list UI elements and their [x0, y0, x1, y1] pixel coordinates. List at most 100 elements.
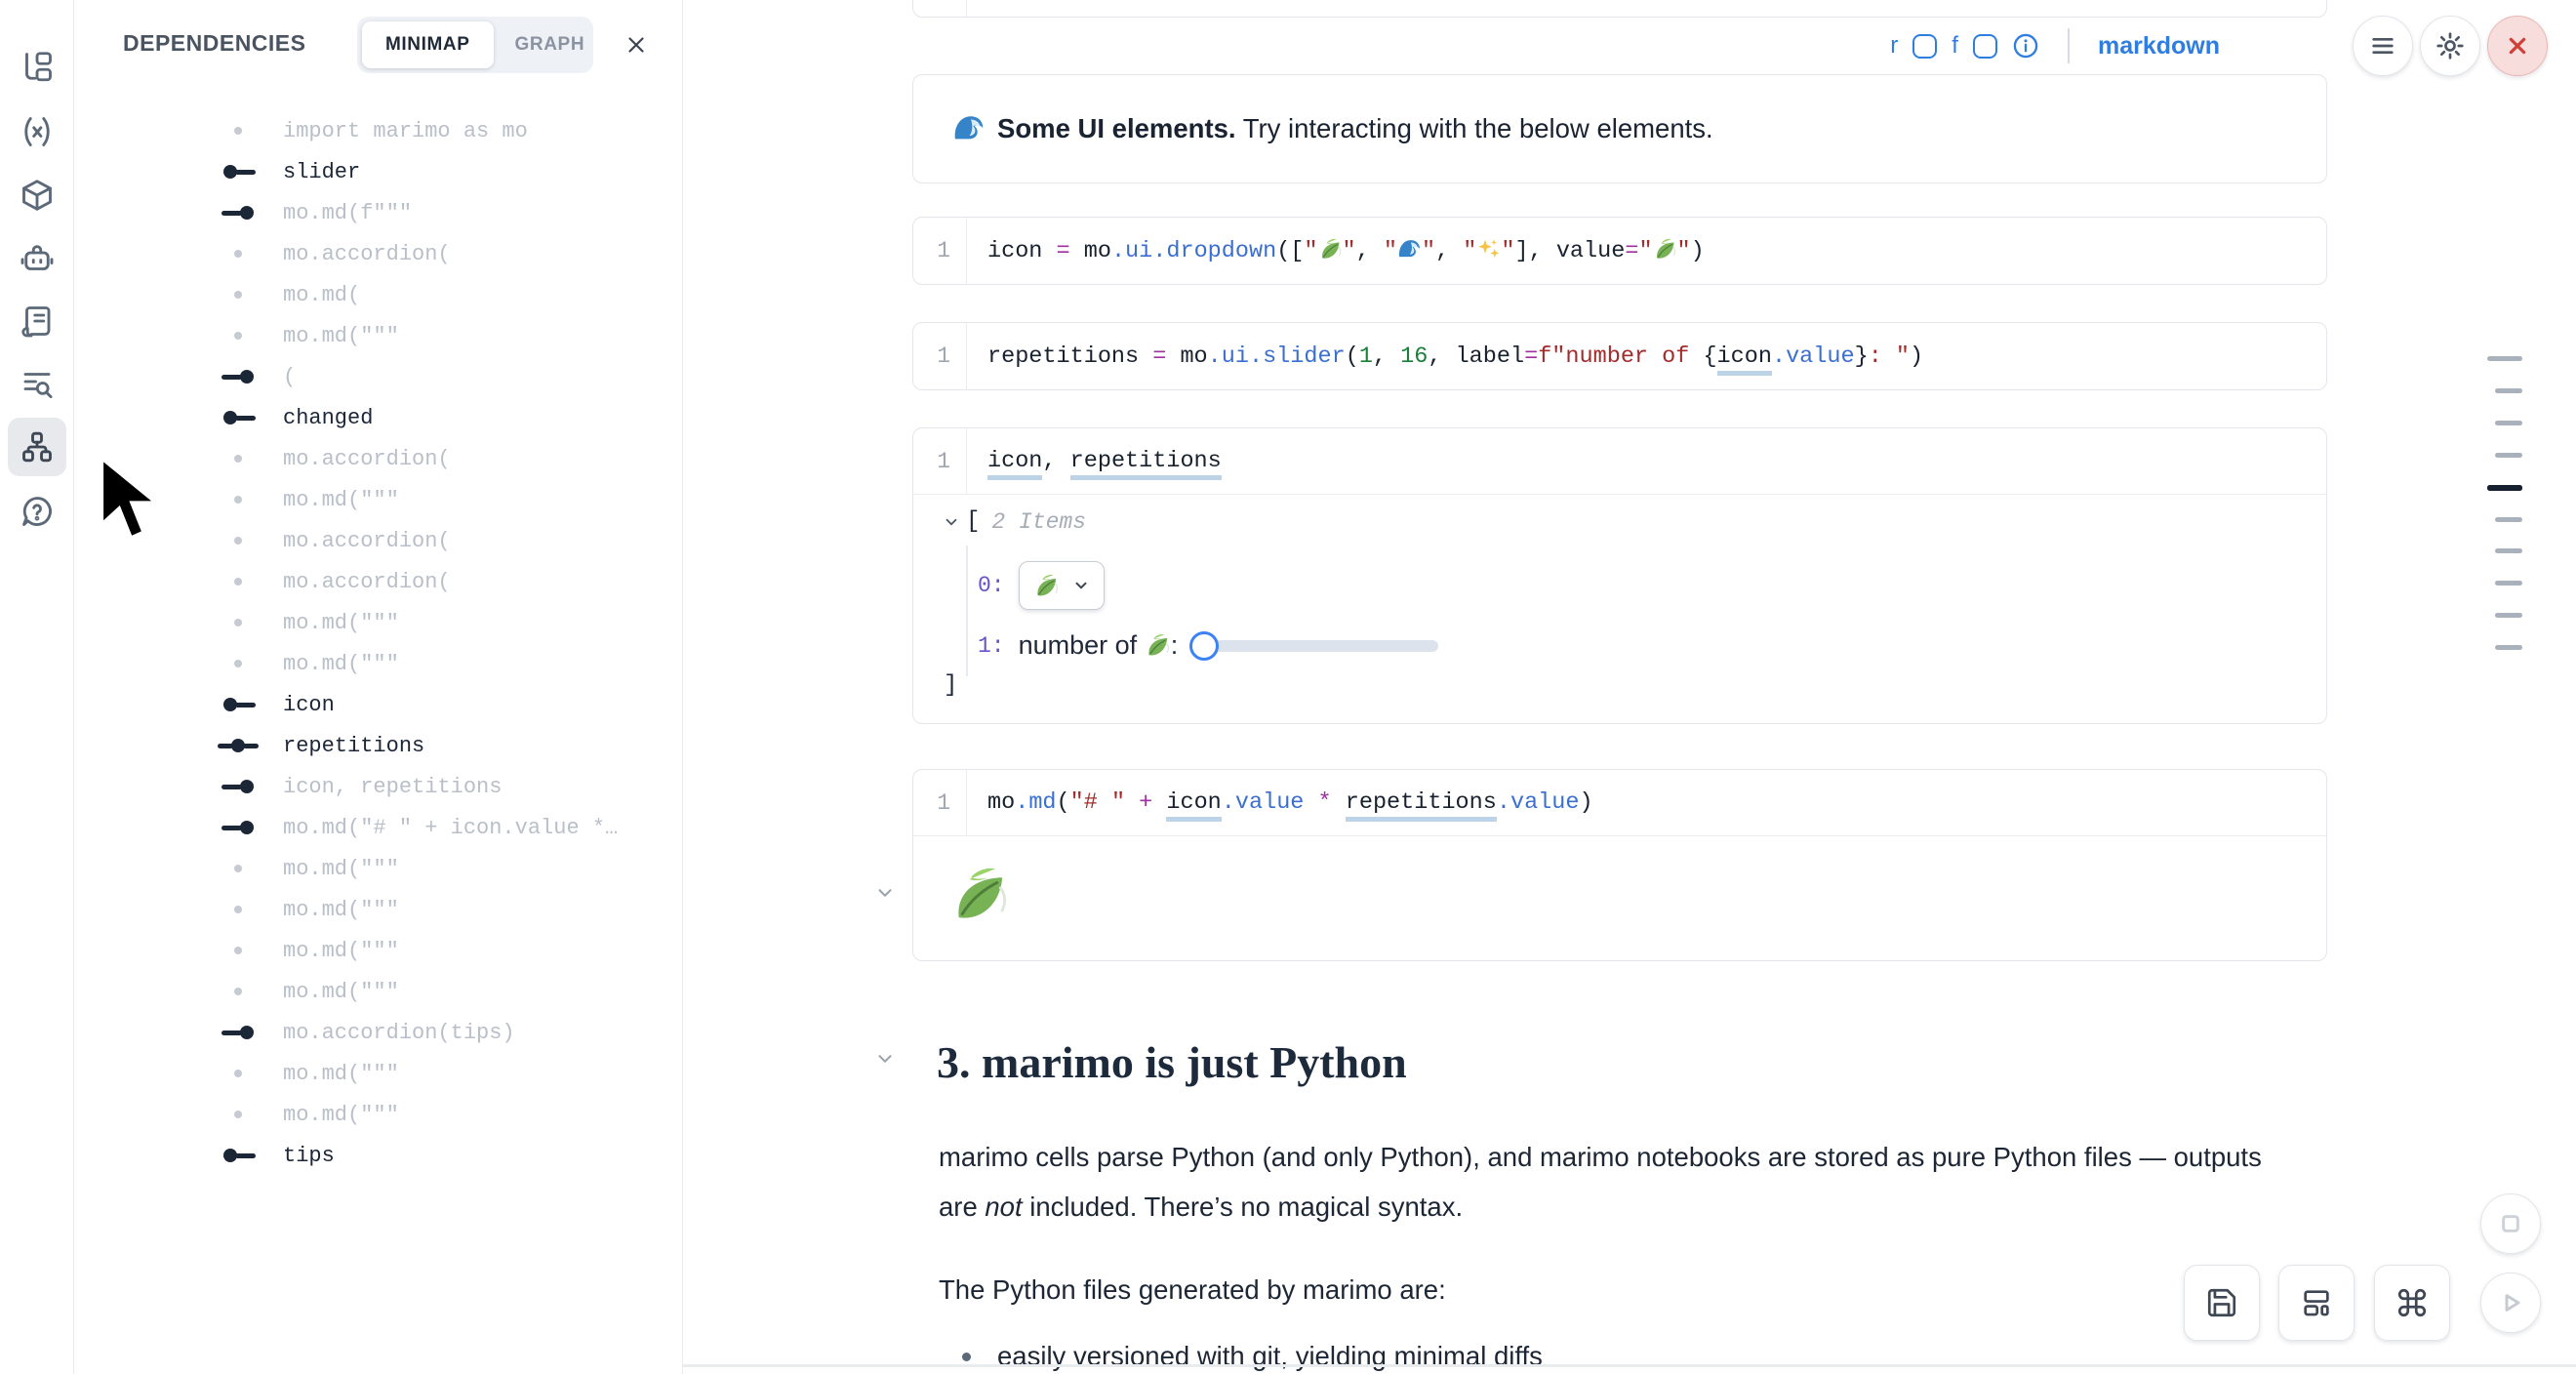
minimap-item-label: import marimo as mo — [283, 119, 528, 143]
cell-mark[interactable] — [2495, 645, 2522, 650]
markdown-output-rest: Try interacting with the below elements. — [1236, 113, 1713, 143]
dependencies-icon — [20, 429, 55, 465]
minimap-item[interactable]: mo.md(""" — [74, 315, 683, 356]
rail-item-logs-scroll[interactable] — [8, 292, 66, 350]
minimap-item[interactable]: changed — [74, 397, 683, 438]
tab-minimap[interactable]: MINIMAP — [362, 21, 494, 68]
code-token: .ui.dropdown — [1111, 238, 1276, 264]
markdown-editor-toolbar: r f markdown — [912, 23, 2220, 68]
code-line[interactable]: mo.md("# " + icon.value * repetitions.va… — [967, 789, 1593, 816]
rail-item-packages[interactable] — [8, 166, 66, 224]
minimap-item[interactable]: mo.md(""" — [74, 1094, 683, 1135]
rail-item-dependencies[interactable] — [8, 418, 66, 476]
leaf-emoji-large — [948, 864, 1011, 926]
minimap-item[interactable]: mo.accordion( — [74, 233, 683, 274]
line-number: 1 — [913, 218, 967, 284]
minimap-item[interactable]: icon — [74, 684, 683, 725]
cell-mark[interactable] — [2495, 613, 2522, 618]
minimap-item[interactable]: icon, repetitions — [74, 766, 683, 807]
cell-mark[interactable] — [2495, 388, 2522, 393]
section-heading: 3. marimo is just Python — [937, 1036, 1407, 1088]
markdown-editor-cutoff[interactable]: 1 Some UI elements. Try interacting with… — [912, 0, 2327, 18]
rail-item-variables[interactable] — [8, 102, 66, 161]
line-number: 1 — [913, 0, 967, 18]
tuple-tree-output: [ 2 Items 0: 1: number of : — [913, 495, 2326, 725]
leaf-emoji-icon — [1033, 573, 1060, 599]
minimap-item-label: mo.md(""" — [283, 488, 399, 512]
minimap-item[interactable]: mo.md( — [74, 274, 683, 315]
minimap-item[interactable]: import marimo as mo — [74, 110, 683, 151]
minimap-item-label: repetitions — [283, 734, 424, 758]
code-token: , — [1435, 238, 1463, 264]
code-cell-icon-dropdown[interactable]: 1 icon = mo.ui.dropdown([" ", " ", " "],… — [912, 217, 2327, 285]
code-token: " — [1384, 238, 1397, 264]
rail-item-ai-bot[interactable] — [8, 229, 66, 288]
minimap-item[interactable]: mo.accordion( — [74, 438, 683, 479]
minimap-item[interactable]: mo.md(""" — [74, 889, 683, 930]
markdown-source-line[interactable]: Some UI elements. Try interacting with t… — [967, 0, 1851, 1]
save-button[interactable] — [2184, 1265, 2260, 1341]
settings-button[interactable] — [2420, 16, 2480, 76]
close-panel-button[interactable] — [619, 27, 654, 62]
code-line[interactable]: icon, repetitions — [967, 448, 1222, 474]
minimap-item[interactable]: mo.md(""" — [74, 848, 683, 889]
minimap-item[interactable]: mo.md(f""" — [74, 192, 683, 233]
info-icon[interactable] — [2012, 32, 2039, 60]
minimap-item[interactable]: ( — [74, 356, 683, 397]
cell-mark[interactable] — [2487, 356, 2522, 361]
rail-item-search-outline[interactable] — [8, 355, 66, 414]
minimap-item[interactable]: mo.md(""" — [74, 643, 683, 684]
minimap-item[interactable]: tips — [74, 1135, 683, 1176]
packages-icon — [20, 178, 55, 213]
code-cell-tuple-output[interactable]: 1 icon, repetitions [ 2 Items 0: — [912, 427, 2327, 724]
tab-graph[interactable]: GRAPH — [494, 21, 607, 68]
repetitions-slider-thumb[interactable] — [1189, 631, 1219, 661]
rail-item-file-tree[interactable] — [8, 38, 66, 97]
minimap-item[interactable]: mo.md(""" — [74, 1053, 683, 1094]
code-line[interactable]: repetitions = mo.ui.slider(1, 16, label=… — [967, 344, 1923, 370]
icon-dropdown-select[interactable] — [1019, 561, 1105, 610]
minimap-item[interactable]: mo.md(""" — [74, 930, 683, 971]
rail-item-help[interactable] — [8, 482, 66, 541]
run-button[interactable] — [2480, 1273, 2541, 1333]
collapse-chevron-icon[interactable] — [874, 882, 896, 904]
minimap-item[interactable]: mo.md(""" — [74, 479, 683, 520]
cell-marker-ref — [209, 1012, 267, 1053]
variables-icon — [20, 114, 55, 149]
minimap-item[interactable]: mo.accordion(tips) — [74, 1012, 683, 1053]
code-token: ( — [1346, 344, 1359, 370]
cell-marker-dot — [209, 643, 267, 684]
cell-mark[interactable] — [2495, 453, 2522, 458]
cell-marker-dot — [209, 971, 267, 1012]
cell-mark[interactable] — [2495, 517, 2522, 522]
layout-button[interactable] — [2278, 1265, 2355, 1341]
chevron-down-icon[interactable] — [943, 513, 960, 531]
language-mode-button[interactable]: markdown — [2098, 32, 2220, 61]
menu-button[interactable] — [2353, 16, 2413, 76]
cell-mark[interactable] — [2495, 421, 2522, 425]
minimap-item[interactable]: mo.md(""" — [74, 602, 683, 643]
stop-button[interactable] — [2480, 1193, 2541, 1254]
collapse-chevron-icon[interactable] — [874, 1048, 896, 1070]
shortcuts-button[interactable] — [2374, 1265, 2450, 1341]
repetitions-slider-track[interactable] — [1191, 640, 1438, 652]
code-line[interactable]: icon = mo.ui.dropdown([" ", " ", " "], v… — [967, 237, 1705, 264]
cell-mark[interactable] — [2487, 485, 2522, 491]
minimap-item[interactable]: mo.accordion( — [74, 520, 683, 561]
cell-mark[interactable] — [2495, 548, 2522, 553]
minimap-item[interactable]: mo.md(""" — [74, 971, 683, 1012]
code-token: icon — [1166, 789, 1221, 822]
shutdown-button[interactable] — [2487, 16, 2548, 76]
code-token: mo — [987, 789, 1015, 816]
code-token: " — [1422, 238, 1435, 264]
minimap-item[interactable]: mo.md("# " + icon.value *… — [74, 807, 683, 848]
raw-toggle-checkbox[interactable] — [1912, 34, 1937, 59]
code-cell-md-leaf[interactable]: 1 mo.md("# " + icon.value * repetitions.… — [912, 769, 2327, 961]
minimap-item[interactable]: slider — [74, 151, 683, 192]
fstring-toggle-checkbox[interactable] — [1973, 34, 1997, 59]
cell-mark[interactable] — [2495, 581, 2522, 586]
minimap-item[interactable]: repetitions — [74, 725, 683, 766]
minimap-item[interactable]: mo.accordion( — [74, 561, 683, 602]
code-cell-repetitions-slider[interactable]: 1 repetitions = mo.ui.slider(1, 16, labe… — [912, 322, 2327, 390]
view-mode-tabs: MINIMAP GRAPH — [357, 17, 593, 73]
